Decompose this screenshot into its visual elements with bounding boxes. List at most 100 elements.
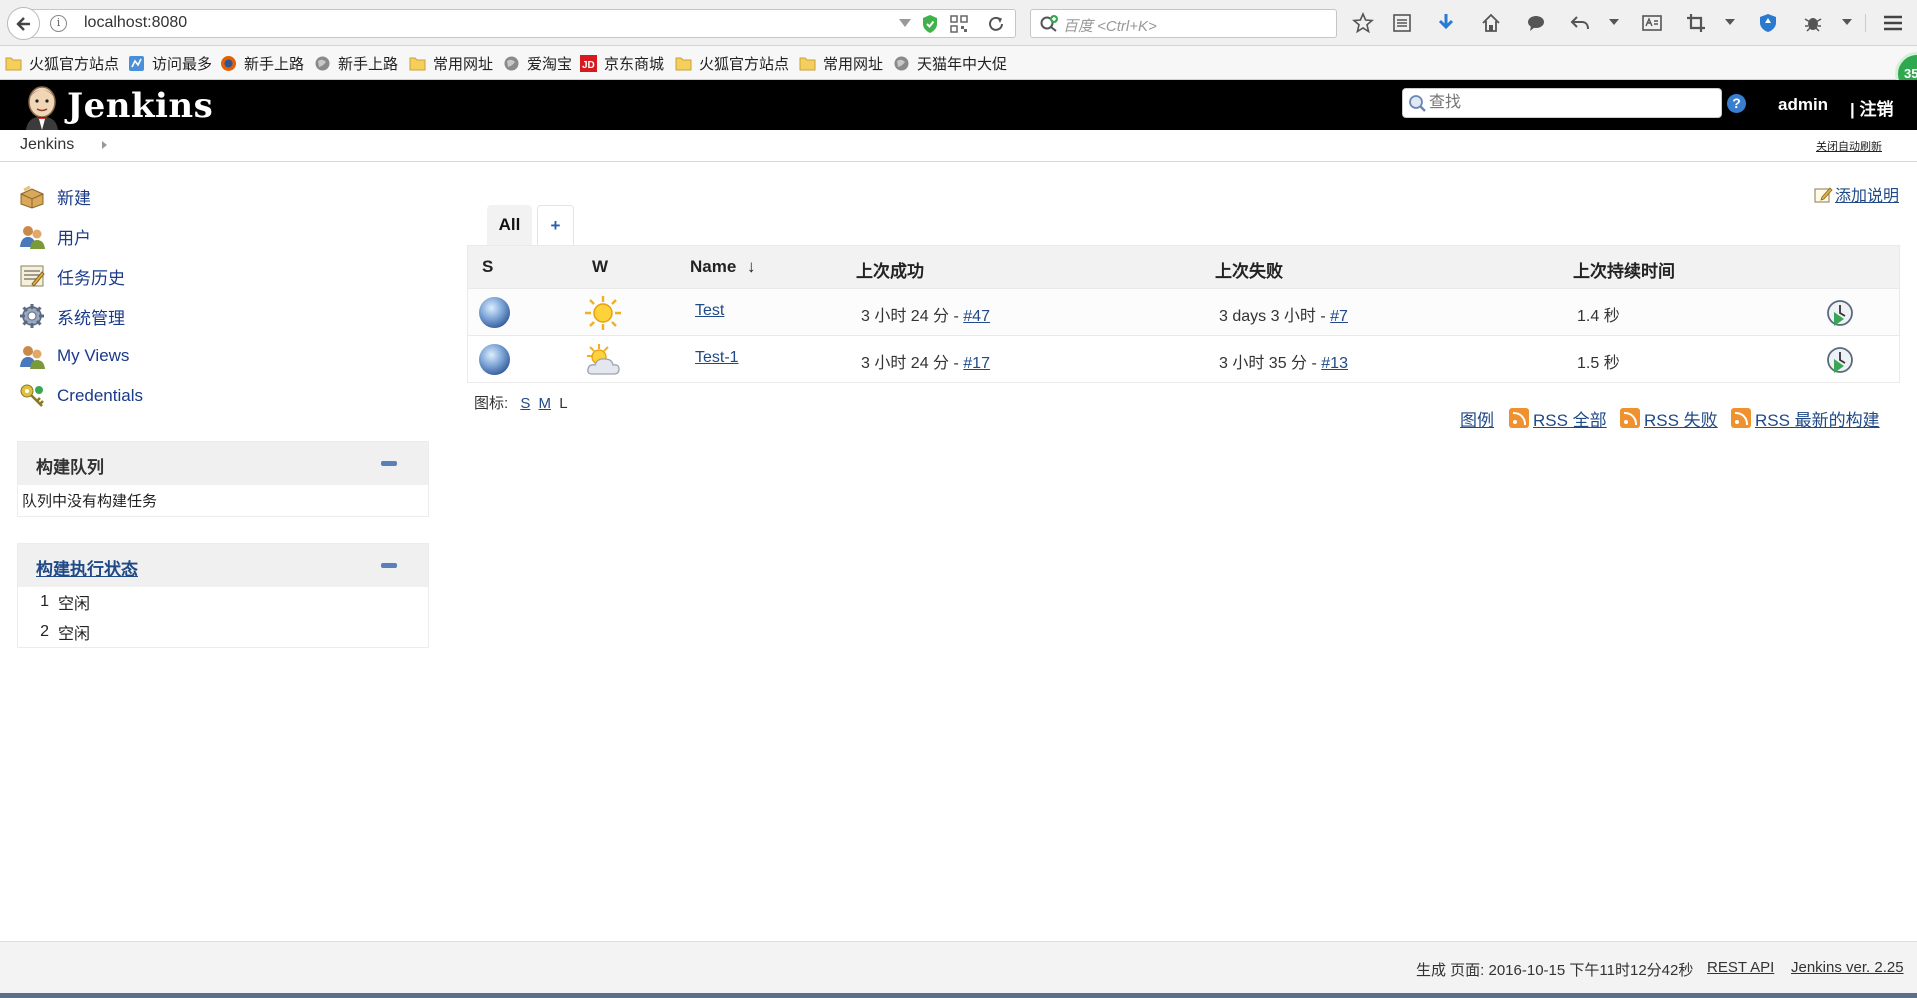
bookmark-item[interactable]: 访问最多: [128, 53, 212, 73]
breadcrumb-root[interactable]: Jenkins: [20, 136, 74, 154]
security-shield-icon[interactable]: [1755, 10, 1781, 36]
bookmark-item[interactable]: 常用网址: [409, 53, 493, 73]
qr-code-icon[interactable]: [950, 15, 968, 33]
sort-arrow-icon: ↓: [747, 257, 756, 276]
home-icon[interactable]: [1478, 10, 1504, 36]
jenkins-header: Jenkins ? admin | 注销: [0, 80, 1917, 130]
new-item-icon: [20, 185, 44, 209]
rss-failed-link[interactable]: RSS 失败: [1620, 407, 1718, 430]
last-success-build-link[interactable]: #47: [963, 308, 990, 325]
reading-list-icon[interactable]: [1389, 10, 1415, 36]
task-credentials[interactable]: Credentials: [18, 381, 143, 411]
undo-icon[interactable]: [1567, 10, 1593, 36]
jenkins-title[interactable]: Jenkins: [67, 86, 213, 126]
status-blue-ball-icon[interactable]: [479, 297, 510, 328]
last-failure-build-link[interactable]: #7: [1330, 308, 1348, 325]
bookmark-item[interactable]: 新手上路: [314, 53, 398, 73]
task-users[interactable]: 用户: [18, 221, 91, 251]
browser-search-bar[interactable]: 百度 <Ctrl+K>: [1030, 9, 1337, 38]
last-success-cell: 3 小时 24 分 - #47: [861, 302, 990, 326]
page-footer: 生成 页面: 2016-10-15 下午11时12分42秒 REST API J…: [0, 941, 1917, 993]
bookmark-item[interactable]: JD 京东商城: [580, 53, 664, 73]
undo-dropdown-icon[interactable]: [1609, 19, 1619, 25]
bookmark-item[interactable]: 常用网址: [799, 53, 883, 73]
svg-text:JD: JD: [582, 60, 595, 71]
collapse-icon[interactable]: [381, 461, 397, 466]
last-failure-build-link[interactable]: #13: [1321, 355, 1348, 372]
reload-icon[interactable]: [986, 14, 1006, 34]
reader-view-icon[interactable]: [1639, 10, 1665, 36]
executor-status-title[interactable]: 构建执行状态: [36, 555, 138, 580]
user-link[interactable]: admin: [1778, 95, 1828, 115]
help-icon[interactable]: ?: [1727, 94, 1746, 113]
bookmark-label: 新手上路: [244, 55, 305, 73]
column-last-duration[interactable]: 上次持续时间: [1573, 257, 1675, 282]
schedule-build-icon[interactable]: [1825, 345, 1855, 375]
icon-size-small-link[interactable]: S: [520, 395, 530, 412]
jenkins-version-link[interactable]: Jenkins ver. 2.25: [1791, 959, 1904, 976]
column-name[interactable]: Name ↓: [690, 257, 756, 277]
rss-failed-label: RSS 失败: [1644, 410, 1718, 430]
tab-add-view[interactable]: +: [537, 205, 574, 245]
schedule-build-icon[interactable]: [1825, 298, 1855, 328]
bookmark-item[interactable]: 新手上路: [220, 53, 304, 73]
executor-number: 2: [40, 623, 49, 640]
job-name-link[interactable]: Test-1: [695, 349, 739, 367]
star-icon[interactable]: [1350, 10, 1376, 36]
rss-all-link[interactable]: RSS 全部: [1509, 407, 1607, 430]
browser-search-placeholder: 百度 <Ctrl+K>: [1063, 18, 1157, 35]
breadcrumb-arrow-icon[interactable]: [102, 141, 107, 149]
collapse-icon[interactable]: [381, 563, 397, 568]
bookmark-item[interactable]: 火狐官方站点: [5, 53, 119, 73]
extension-dropdown-icon[interactable]: [1842, 19, 1852, 25]
url-dropdown-icon[interactable]: [899, 19, 911, 27]
executor-status-header: 构建执行状态: [18, 544, 428, 587]
weather-partly-cloudy-icon[interactable]: [584, 342, 622, 378]
legend-link[interactable]: 图例: [1460, 407, 1494, 430]
screenshot-crop-icon[interactable]: [1683, 10, 1709, 36]
column-last-failure[interactable]: 上次失败: [1215, 257, 1283, 282]
info-icon[interactable]: i: [50, 15, 67, 32]
shield-icon[interactable]: [921, 14, 939, 34]
rss-latest-link[interactable]: RSS 最新的构建: [1731, 407, 1880, 430]
column-last-success[interactable]: 上次成功: [856, 257, 924, 282]
hamburger-menu-icon[interactable]: [1880, 10, 1906, 36]
task-manage-jenkins[interactable]: 系统管理: [18, 301, 125, 331]
jenkins-butler-logo-icon[interactable]: [20, 82, 64, 130]
jenkins-search-box[interactable]: [1402, 88, 1722, 118]
task-new-item[interactable]: 新建: [18, 181, 91, 211]
last-success-build-link[interactable]: #17: [963, 355, 990, 372]
task-build-history[interactable]: 任务历史: [18, 261, 125, 291]
executor-status: 空闲: [58, 626, 91, 643]
column-weather[interactable]: W: [592, 257, 608, 277]
status-blue-ball-icon[interactable]: [479, 344, 510, 375]
last-failure-time: 3 days 3 小时 -: [1219, 308, 1331, 325]
task-my-views[interactable]: My Views: [18, 341, 129, 371]
icon-size-medium-link[interactable]: M: [539, 395, 552, 412]
url-text[interactable]: localhost:8080: [84, 14, 187, 32]
search-input[interactable]: [1429, 91, 1715, 115]
weather-sunny-icon[interactable]: [584, 295, 622, 331]
extension-bug-icon[interactable]: [1800, 10, 1826, 36]
rest-api-link[interactable]: REST API: [1707, 959, 1774, 976]
bookmark-item[interactable]: 天猫年中大促: [893, 53, 1007, 73]
chat-bubble-icon[interactable]: [1523, 10, 1549, 36]
logout-link[interactable]: | 注销: [1850, 95, 1893, 120]
bookmark-item[interactable]: 爱淘宝: [503, 53, 572, 73]
crop-dropdown-icon[interactable]: [1725, 19, 1735, 25]
url-bar[interactable]: i localhost:8080: [28, 9, 1016, 38]
back-button[interactable]: [7, 7, 40, 40]
download-icon[interactable]: [1433, 10, 1459, 36]
os-taskbar: [0, 993, 1917, 998]
bookmark-item[interactable]: 火狐官方站点: [675, 53, 789, 73]
tab-all[interactable]: All: [487, 205, 532, 245]
column-status[interactable]: S: [482, 257, 493, 277]
bookmark-label: 火狐官方站点: [699, 55, 790, 73]
disable-auto-refresh-link[interactable]: 关闭自动刷新: [1816, 138, 1882, 154]
icon-size-selector: 图标: S M L: [474, 392, 568, 413]
job-name-link[interactable]: Test: [695, 302, 724, 320]
bookmark-label: 火狐官方站点: [29, 55, 120, 73]
add-description-link[interactable]: 添加说明: [1814, 182, 1899, 206]
folder-icon: [409, 57, 426, 70]
executor-list: 1 空闲 2 空闲: [18, 587, 428, 647]
